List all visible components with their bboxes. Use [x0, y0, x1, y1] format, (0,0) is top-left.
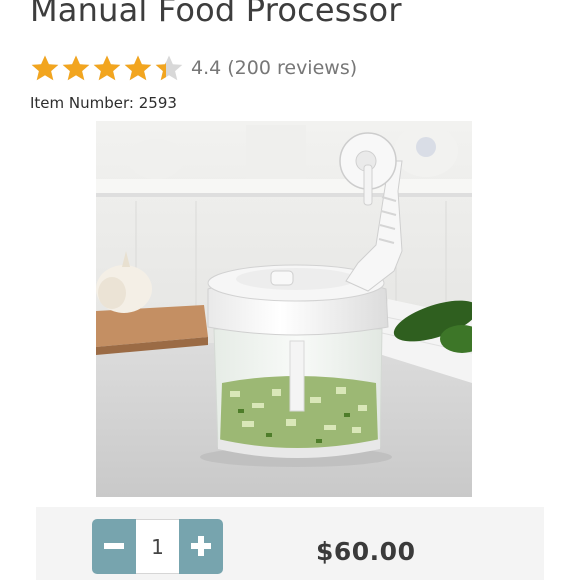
minus-icon — [104, 543, 124, 549]
quantity-input[interactable] — [136, 519, 179, 574]
rating-summary: 4.4 (200 reviews) — [191, 57, 357, 79]
rating-value: 4.4 — [191, 57, 222, 79]
product-price: $60.00 — [316, 537, 416, 566]
reviews-count[interactable]: (200 reviews) — [227, 57, 357, 79]
star-icon — [155, 55, 183, 81]
product-page: Manual Food Processor 4.4 (200 reviews) … — [0, 0, 580, 580]
decrease-quantity-button[interactable] — [92, 519, 136, 574]
star-icon — [124, 55, 152, 81]
rating-row[interactable]: 4.4 (200 reviews) — [30, 52, 357, 84]
add-to-cart-bar: $60.00 — [36, 507, 544, 580]
star-icon — [62, 55, 90, 81]
star-icon — [31, 55, 59, 81]
star-rating — [30, 54, 185, 82]
product-title: Manual Food Processor — [30, 0, 402, 29]
product-image — [96, 121, 472, 497]
plus-icon — [191, 536, 211, 556]
increase-quantity-button[interactable] — [179, 519, 223, 574]
food-processor-photo — [96, 121, 472, 497]
item-number: Item Number: 2593 — [30, 94, 177, 112]
star-icon — [93, 55, 121, 81]
